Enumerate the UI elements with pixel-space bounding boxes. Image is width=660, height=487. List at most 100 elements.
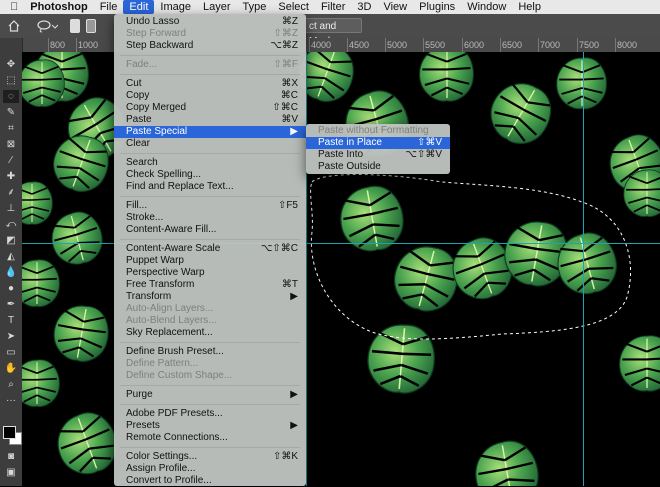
app-menu[interactable]: Photoshop [24, 0, 93, 14]
new-selection-button[interactable] [70, 19, 80, 33]
menu-item-pdf-presets[interactable]: Adobe PDF Presets... [114, 408, 306, 420]
menu-item-remote-connections[interactable]: Remote Connections... [114, 432, 306, 444]
eraser-tool-icon[interactable]: ◩ [3, 234, 19, 247]
menu-3d[interactable]: 3D [351, 0, 377, 14]
menu-item-cut[interactable]: Cut ⌘X [114, 78, 306, 90]
menu-item-search[interactable]: Search [114, 157, 306, 169]
paste-special-submenu: Paste without Formatting Paste in Place ⇧… [306, 124, 450, 174]
lasso-tool-preset-icon[interactable] [36, 19, 58, 33]
home-icon[interactable] [8, 20, 20, 32]
guide-vertical[interactable] [306, 52, 307, 486]
menu-item-color-settings[interactable]: Color Settings... ⇧⌘K [114, 451, 306, 463]
ruler-tick: 6500 [502, 40, 523, 50]
menu-plugins[interactable]: Plugins [413, 0, 461, 14]
menu-item-purge[interactable]: Purge ▶ [114, 389, 306, 401]
menu-item-auto-align[interactable]: Auto-Align Layers... [114, 303, 306, 315]
guide-vertical[interactable] [583, 52, 584, 486]
ruler-tick: 6000 [464, 40, 485, 50]
menu-help[interactable]: Help [512, 0, 547, 14]
blur-tool-icon[interactable]: 💧 [3, 266, 19, 279]
menu-image[interactable]: Image [154, 0, 197, 14]
zoom-tool-icon[interactable]: ⌕ [3, 378, 19, 391]
menu-item-paste-without-formatting[interactable]: Paste without Formatting [306, 125, 450, 137]
menu-item-presets[interactable]: Presets ▶ [114, 420, 306, 432]
ruler-tick: 4000 [311, 40, 332, 50]
ruler-tick: 7500 [579, 40, 600, 50]
path-select-tool-icon[interactable]: ➤ [3, 330, 19, 343]
menu-item-paste-special[interactable]: Paste Special ▶ [114, 126, 306, 138]
menu-separator [120, 404, 300, 405]
history-brush-icon[interactable]: ⤺ [3, 218, 19, 231]
menu-item-sky-replacement[interactable]: Sky Replacement... [114, 327, 306, 339]
menu-item-paste[interactable]: Paste ⌘V [114, 114, 306, 126]
menu-item-step-backward[interactable]: Step Backward ⌥⌘Z [114, 40, 306, 52]
screen-mode-icon[interactable]: ▣ [3, 466, 19, 479]
menu-item-clear[interactable]: Clear [114, 138, 306, 150]
quick-select-tool-icon[interactable]: ✎ [3, 106, 19, 119]
menu-bar:  Photoshop File Edit Image Layer Type S… [0, 0, 660, 14]
more-tools-icon[interactable]: ··· [3, 394, 19, 407]
menu-item-free-transform[interactable]: Free Transform ⌘T [114, 279, 306, 291]
menu-item-stroke[interactable]: Stroke... [114, 212, 306, 224]
menu-item-step-forward[interactable]: Step Forward ⇧⌘Z [114, 28, 306, 40]
menu-filter[interactable]: Filter [315, 0, 351, 14]
select-and-mask-button[interactable]: ct and Mask... [300, 18, 362, 47]
add-selection-button[interactable] [86, 19, 96, 33]
menu-view[interactable]: View [377, 0, 413, 14]
menu-item-content-aware-fill[interactable]: Content-Aware Fill... [114, 224, 306, 236]
menu-separator [120, 342, 300, 343]
menu-item-auto-blend[interactable]: Auto-Blend Layers... [114, 315, 306, 327]
menu-item-convert-profile[interactable]: Convert to Profile... [114, 475, 306, 487]
crop-tool-icon[interactable]: ⌗ [3, 122, 19, 135]
pen-tool-icon[interactable]: ✒ [3, 298, 19, 311]
menu-item-assign-profile[interactable]: Assign Profile... [114, 463, 306, 475]
menu-item-undo-lasso[interactable]: Undo Lasso ⌘Z [114, 16, 306, 28]
shape-tool-icon[interactable]: ▭ [3, 346, 19, 359]
menu-layer[interactable]: Layer [197, 0, 237, 14]
menu-item-paste-in-place[interactable]: Paste in Place ⇧⌘V [306, 137, 450, 149]
brush-tool-icon[interactable]: ⸙ [3, 186, 19, 199]
lasso-tool-icon[interactable]: ◌ [3, 90, 19, 103]
menu-item-transform[interactable]: Transform ▶ [114, 291, 306, 303]
stamp-tool-icon[interactable]: ⊥ [3, 202, 19, 215]
menu-item-copy[interactable]: Copy ⌘C [114, 90, 306, 102]
menu-window[interactable]: Window [461, 0, 512, 14]
menu-item-puppet-warp[interactable]: Puppet Warp [114, 255, 306, 267]
type-tool-icon[interactable]: T [3, 314, 19, 327]
healing-tool-icon[interactable]: ✚ [3, 170, 19, 183]
menu-select[interactable]: Select [272, 0, 315, 14]
apple-icon[interactable]:  [0, 0, 24, 14]
menu-separator [120, 196, 300, 197]
frame-tool-icon[interactable]: ⊠ [3, 138, 19, 151]
hand-tool-icon[interactable]: ✋ [3, 362, 19, 375]
ruler-tick: 800 [50, 40, 66, 50]
menu-item-check-spelling[interactable]: Check Spelling... [114, 169, 306, 181]
menu-item-paste-into[interactable]: Paste Into ⌥⇧⌘V [306, 149, 450, 161]
menu-item-define-shape[interactable]: Define Custom Shape... [114, 370, 306, 382]
menu-separator [120, 447, 300, 448]
menu-item-paste-outside[interactable]: Paste Outside [306, 161, 450, 173]
quick-mask-icon[interactable]: ◙ [3, 450, 19, 463]
foreground-color-swatch[interactable] [3, 426, 16, 439]
menu-item-content-aware-scale[interactable]: Content-Aware Scale ⌥⇧⌘C [114, 243, 306, 255]
menu-item-perspective-warp[interactable]: Perspective Warp [114, 267, 306, 279]
menu-edit[interactable]: Edit [123, 0, 155, 14]
menu-item-fade[interactable]: Fade... ⇧⌘F [114, 59, 306, 71]
eyedropper-tool-icon[interactable]: ⁄ [3, 154, 19, 167]
menu-item-define-brush[interactable]: Define Brush Preset... [114, 346, 306, 358]
ruler-tick: 5500 [425, 40, 446, 50]
tools-panel: ✥ ⬚ ◌ ✎ ⌗ ⊠ ⁄ ✚ ⸙ ⊥ ⤺ ◩ ◭ 💧 ● ✒ T ➤ ▭ ✋ … [0, 38, 23, 486]
menu-item-copy-merged[interactable]: Copy Merged ⇧⌘C [114, 102, 306, 114]
marquee-tool-icon[interactable]: ⬚ [3, 74, 19, 87]
menu-type[interactable]: Type [237, 0, 273, 14]
ruler-tick: 7000 [540, 40, 561, 50]
edit-menu: Undo Lasso ⌘Z Step Forward ⇧⌘Z Step Backwa… [114, 14, 306, 486]
menu-file[interactable]: File [94, 0, 124, 14]
menu-item-define-pattern[interactable]: Define Pattern... [114, 358, 306, 370]
bucket-tool-icon[interactable]: ◭ [3, 250, 19, 263]
menu-item-fill[interactable]: Fill... ⇧F5 [114, 200, 306, 212]
dodge-tool-icon[interactable]: ● [3, 282, 19, 295]
menu-separator [120, 74, 300, 75]
menu-item-find-replace[interactable]: Find and Replace Text... [114, 181, 306, 193]
move-tool-icon[interactable]: ✥ [3, 58, 19, 71]
